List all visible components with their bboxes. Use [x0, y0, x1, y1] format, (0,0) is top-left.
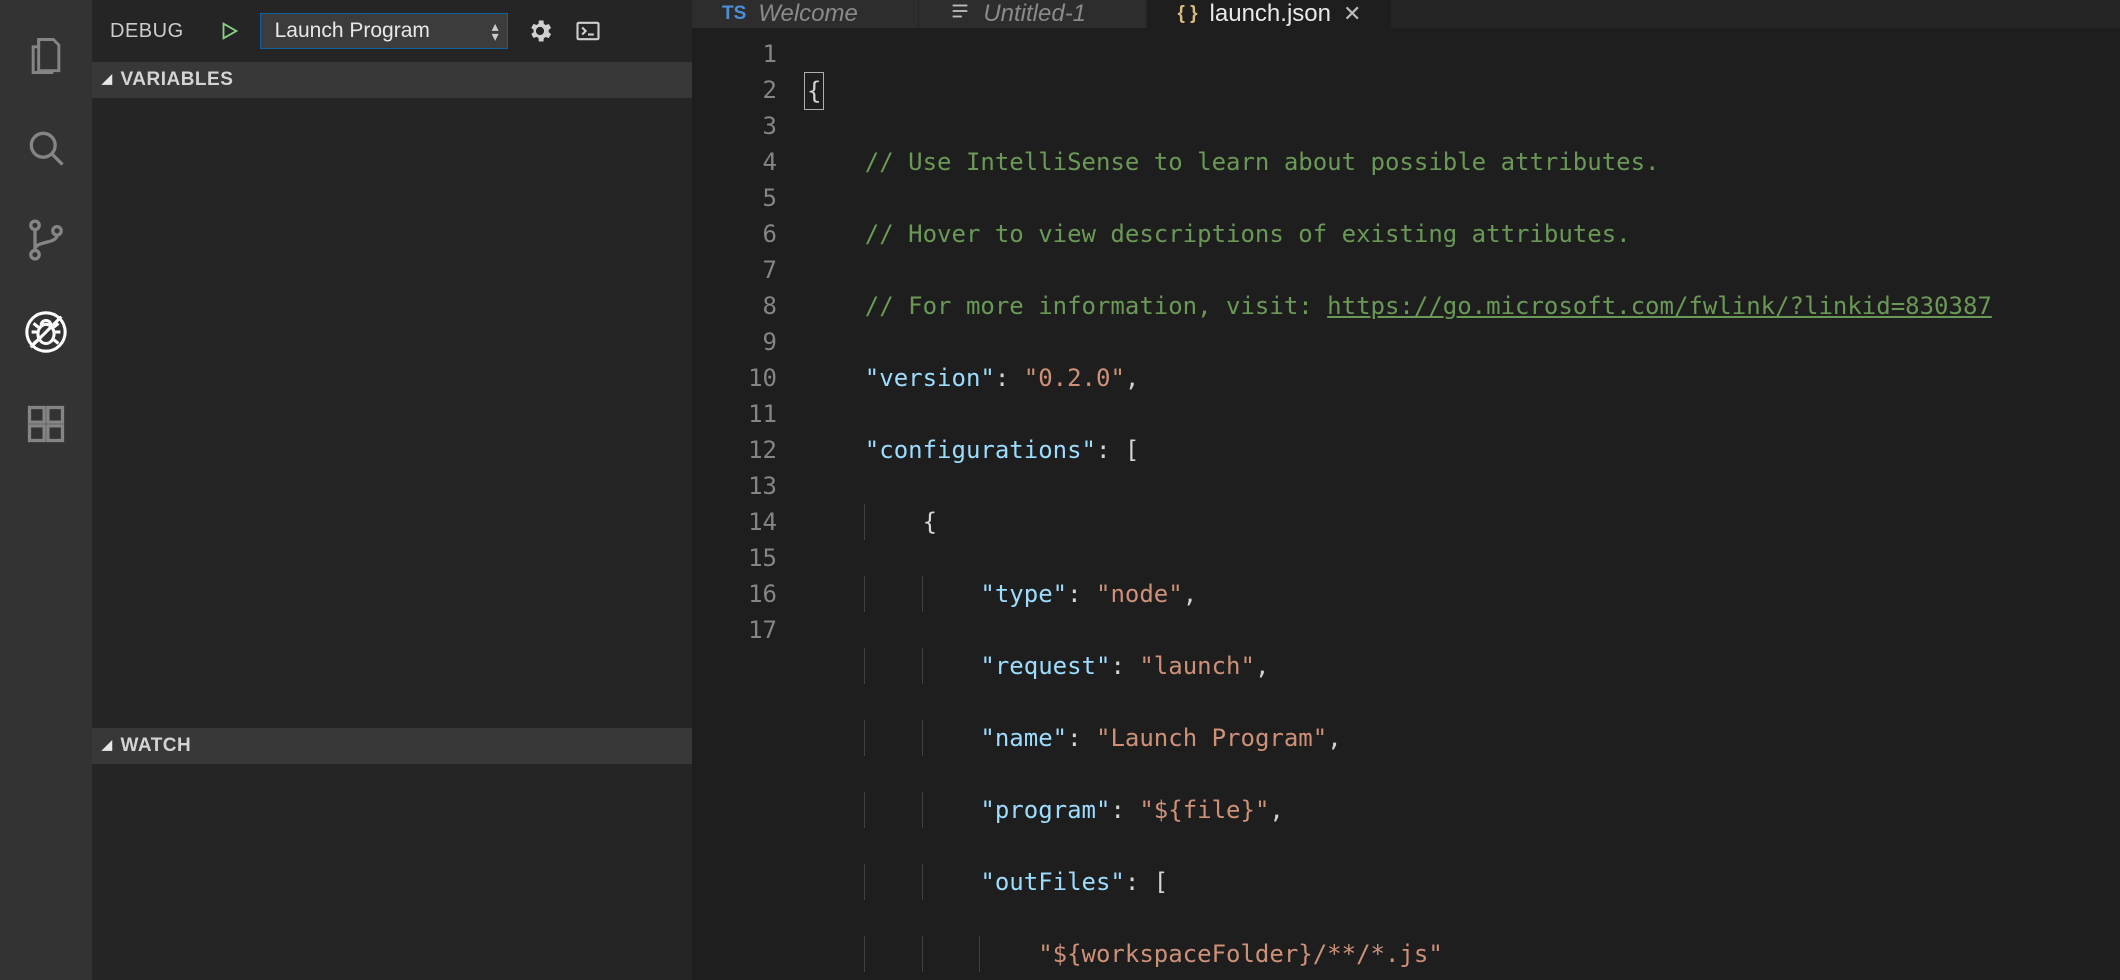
cursor: {: [804, 72, 824, 110]
activity-bar: [0, 0, 92, 980]
activity-debug[interactable]: [0, 286, 92, 378]
debug-header: DEBUG Launch Program ▴▾: [92, 0, 692, 62]
tab-label: Untitled-1: [983, 0, 1086, 28]
watch-panel-header[interactable]: ◢ WATCH: [92, 728, 692, 764]
line-number: 13: [692, 468, 777, 504]
line-number: 11: [692, 396, 777, 432]
json-file-icon: { }: [1177, 3, 1197, 25]
line-number: 9: [692, 324, 777, 360]
watch-label: WATCH: [121, 735, 192, 757]
line-number: 2: [692, 72, 777, 108]
debug-console-button[interactable]: [572, 15, 604, 47]
bug-crossed-icon: [23, 309, 69, 355]
activity-explorer[interactable]: [0, 10, 92, 102]
activity-source-control[interactable]: [0, 194, 92, 286]
extensions-icon: [24, 402, 68, 446]
collapse-triangle-icon: ◢: [102, 737, 113, 753]
line-number: 17: [692, 612, 777, 648]
git-branch-icon: [24, 218, 68, 262]
activity-search[interactable]: [0, 102, 92, 194]
play-icon: [218, 20, 240, 42]
terminal-icon: [574, 17, 602, 45]
line-number: 10: [692, 360, 777, 396]
tab-label: launch.json: [1210, 0, 1331, 28]
debug-config-selected: Launch Program: [275, 19, 430, 43]
ts-file-icon: TS: [722, 3, 746, 25]
watch-panel-body: [92, 764, 692, 980]
line-number: 7: [692, 252, 777, 288]
line-number: 14: [692, 504, 777, 540]
line-number: 12: [692, 432, 777, 468]
tab-welcome[interactable]: TS Welcome ✕: [692, 0, 919, 28]
tab-label: Welcome: [758, 0, 858, 28]
line-number: 3: [692, 108, 777, 144]
code-editor[interactable]: 1 2 3 4 5 6 7 8 9 10 11 12 13 14 15 16 1…: [692, 28, 2120, 980]
search-icon: [24, 126, 68, 170]
tab-launch-json[interactable]: { } launch.json ✕: [1147, 0, 1392, 28]
line-number: 4: [692, 144, 777, 180]
code-content[interactable]: { // Use IntelliSense to learn about pos…: [807, 28, 2120, 980]
variables-panel-body: [92, 98, 692, 728]
files-icon: [24, 34, 68, 78]
line-number: 6: [692, 216, 777, 252]
sidebar-title: DEBUG: [110, 20, 184, 43]
doc-link[interactable]: https://go.microsoft.com/fwlink/?linkid=…: [1327, 292, 1992, 320]
line-number: 16: [692, 576, 777, 612]
debug-settings-button[interactable]: [524, 15, 556, 47]
editor-tabs: TS Welcome ✕ Untitled-1 ✕ { } launch.jso…: [692, 0, 2120, 28]
activity-extensions[interactable]: [0, 378, 92, 470]
variables-panel-header[interactable]: ◢ VARIABLES: [92, 62, 692, 98]
start-debug-button[interactable]: [214, 16, 244, 46]
line-number: 5: [692, 180, 777, 216]
debug-config-select[interactable]: Launch Program ▴▾: [260, 13, 508, 49]
line-number-gutter: 1 2 3 4 5 6 7 8 9 10 11 12 13 14 15 16 1…: [692, 28, 807, 980]
debug-sidebar: DEBUG Launch Program ▴▾: [92, 0, 692, 980]
tab-untitled[interactable]: Untitled-1 ✕: [919, 0, 1147, 28]
line-number: 8: [692, 288, 777, 324]
text-file-icon: [949, 0, 971, 28]
collapse-triangle-icon: ◢: [102, 71, 113, 87]
tab-close-button[interactable]: ✕: [1343, 1, 1361, 27]
gear-icon: [526, 17, 554, 45]
line-number: 1: [692, 36, 777, 72]
line-number: 15: [692, 540, 777, 576]
select-chevrons-icon: ▴▾: [492, 21, 499, 41]
variables-label: VARIABLES: [121, 69, 234, 91]
editor-group: TS Welcome ✕ Untitled-1 ✕ { } launch.jso…: [692, 0, 2120, 980]
